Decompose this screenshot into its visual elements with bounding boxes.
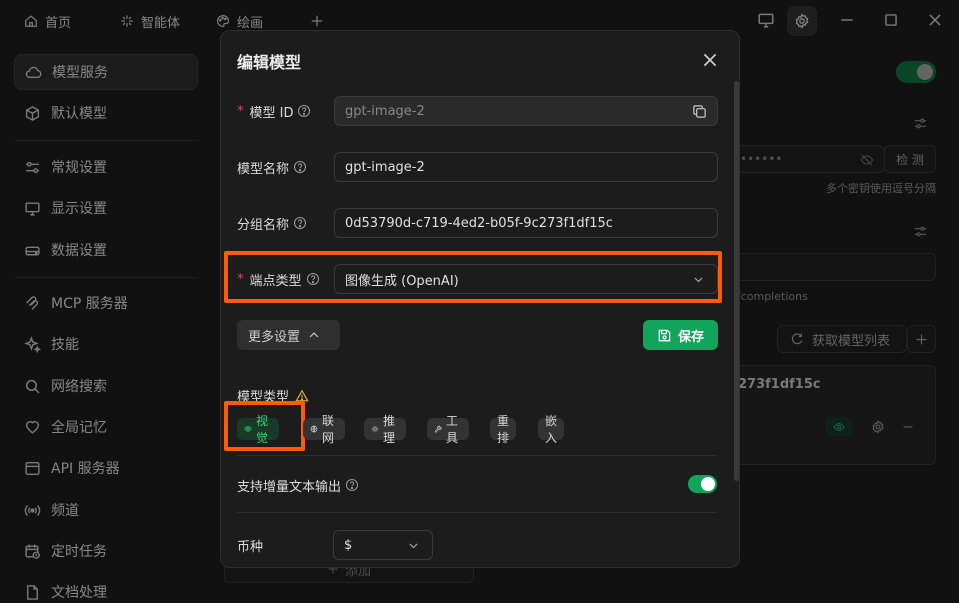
- streaming-row: 支持增量文本输出: [237, 473, 717, 497]
- endpoint-type-label: * 端点类型: [237, 264, 320, 294]
- bulb-icon: [371, 423, 379, 435]
- tag-label: 推理: [383, 414, 396, 445]
- tag-vision[interactable]: 视觉: [237, 414, 280, 445]
- streaming-label-text: 支持增量文本输出: [237, 479, 342, 495]
- help-icon[interactable]: [293, 216, 307, 230]
- required-mark: *: [237, 103, 244, 119]
- currency-select[interactable]: $: [333, 530, 433, 560]
- required-mark: *: [237, 271, 244, 287]
- eye-icon: [244, 423, 252, 435]
- group-name-row: 分组名称 0d53790d-c719-4ed2-b05f-9c273f1df15…: [237, 208, 718, 238]
- globe-icon: [310, 423, 318, 435]
- edit-model-dialog: 编辑模型 * 模型 ID gpt-image-2 模型名称 gpt-image-…: [220, 30, 740, 568]
- model-name-value: gpt-image-2: [345, 159, 425, 175]
- tag-embedding[interactable]: 嵌入: [538, 414, 565, 445]
- help-icon[interactable]: [297, 104, 311, 118]
- currency-label-text: 币种: [237, 539, 264, 555]
- tag-web[interactable]: 联网: [303, 414, 346, 445]
- chevron-down-icon: [692, 273, 705, 286]
- save-icon: [657, 328, 672, 343]
- help-icon[interactable]: [345, 478, 359, 492]
- dialog-title: 编辑模型: [237, 53, 302, 72]
- more-settings-label: 更多设置: [248, 329, 301, 345]
- model-name-label: 模型名称: [237, 152, 307, 182]
- tag-label: 嵌入: [545, 414, 558, 445]
- model-name-label-text: 模型名称: [237, 161, 290, 177]
- endpoint-type-value: 图像生成 (OpenAI): [345, 273, 459, 289]
- close-icon[interactable]: [701, 51, 719, 69]
- group-name-input[interactable]: 0d53790d-c719-4ed2-b05f-9c273f1df15c: [334, 208, 718, 238]
- tag-label: 工具: [446, 414, 459, 445]
- section-divider: [237, 455, 717, 456]
- tag-tools[interactable]: 工具: [427, 414, 470, 445]
- chevron-down-icon: [407, 539, 420, 552]
- model-name-input[interactable]: gpt-image-2: [334, 152, 718, 182]
- tag-rerank[interactable]: 重排: [490, 414, 517, 445]
- tag-label: 视觉: [256, 414, 269, 445]
- chevron-up-icon: [308, 329, 320, 341]
- model-id-row: * 模型 ID gpt-image-2: [237, 96, 718, 126]
- model-id-value: gpt-image-2: [345, 103, 425, 119]
- save-button[interactable]: 保存: [643, 320, 718, 350]
- model-id-label: * 模型 ID: [237, 96, 311, 126]
- wrench-icon: [434, 423, 442, 435]
- endpoint-type-label-text: 端点类型: [249, 273, 302, 289]
- group-name-value: 0d53790d-c719-4ed2-b05f-9c273f1df15c: [345, 215, 613, 231]
- help-icon[interactable]: [306, 272, 320, 286]
- tag-reasoning[interactable]: 推理: [364, 414, 407, 445]
- currency-label: 币种: [237, 530, 263, 560]
- endpoint-type-select[interactable]: 图像生成 (OpenAI): [334, 264, 718, 294]
- endpoint-type-row: * 端点类型 图像生成 (OpenAI): [237, 264, 718, 294]
- tag-label: 联网: [322, 414, 335, 445]
- model-id-input: gpt-image-2: [334, 96, 718, 126]
- currency-value: $: [344, 537, 353, 553]
- save-label: 保存: [677, 329, 704, 345]
- tag-label: 重排: [497, 414, 510, 445]
- group-name-label-text: 分组名称: [237, 217, 290, 233]
- more-settings-button[interactable]: 更多设置: [237, 320, 340, 350]
- scrollbar[interactable]: [734, 81, 739, 481]
- help-icon[interactable]: [293, 160, 307, 174]
- group-name-label: 分组名称: [237, 208, 307, 238]
- model-id-label-text: 模型 ID: [249, 105, 294, 121]
- copy-icon[interactable]: [692, 104, 707, 119]
- streaming-label: 支持增量文本输出: [237, 473, 359, 497]
- section-divider: [237, 512, 717, 513]
- model-name-row: 模型名称 gpt-image-2: [237, 152, 718, 182]
- streaming-toggle[interactable]: [688, 475, 717, 493]
